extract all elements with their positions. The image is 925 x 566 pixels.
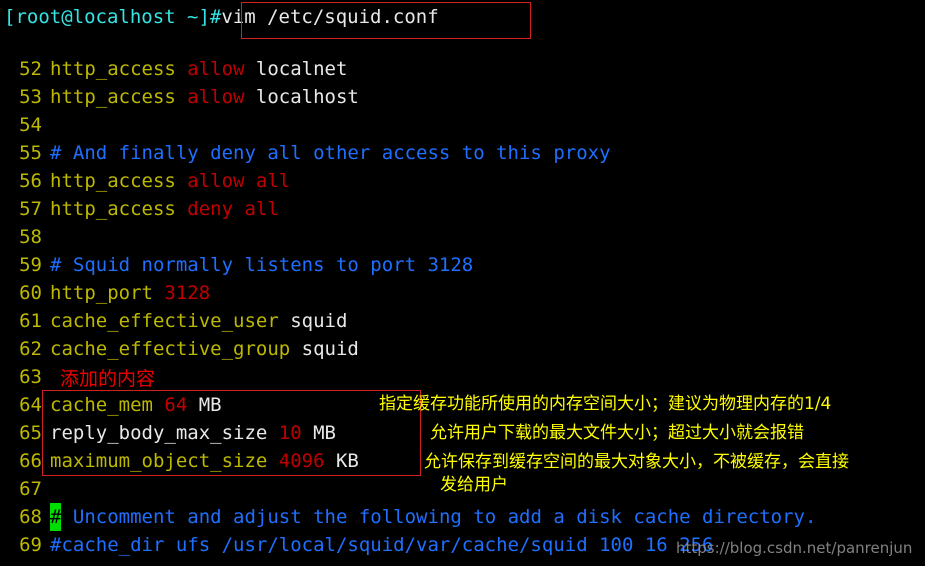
line-content: cache_mem 64 MB: [50, 391, 222, 419]
editor-line[interactable]: 61 cache_effective_user squid: [0, 307, 925, 335]
cursor-block: #: [50, 503, 62, 531]
editor-line[interactable]: 56 http_access allow all: [0, 167, 925, 195]
line-content: cache_effective_group squid: [50, 335, 359, 363]
line-number: 52: [19, 58, 42, 80]
watermark: https://blog.csdn.net/panrenjun: [676, 539, 913, 557]
code-token: 3128: [164, 282, 211, 304]
annotation-cache-mem: 指定缓存功能所使用的内存空间大小；建议为物理内存的1/4: [379, 394, 832, 414]
line-content: http_access allow localhost: [50, 83, 359, 111]
shell-prompt: [root@localhost ~]#: [4, 6, 222, 28]
code-token: KB: [324, 450, 359, 472]
code-token: #cache_dir ufs /usr/local/squid/var/cach…: [50, 534, 714, 556]
editor-line[interactable]: 59 # Squid normally listens to port 3128: [0, 251, 925, 279]
code-token: cache_effective_group: [50, 338, 302, 360]
editor-line[interactable]: 62 cache_effective_group squid: [0, 335, 925, 363]
code-token: # Squid normally listens to port 3128: [50, 254, 474, 276]
annotation-added-content: 添加的内容: [60, 368, 156, 390]
line-content: http_port 3128: [50, 279, 210, 307]
annotation-maximum-object-size-line2: 发给用户: [440, 475, 508, 495]
code-token: allow all: [187, 170, 291, 192]
line-number: 57: [19, 198, 42, 220]
line-number: 58: [19, 226, 42, 248]
editor-line[interactable]: 55 # And finally deny all other access to…: [0, 139, 925, 167]
line-number: 63: [19, 366, 42, 388]
line-number: 56: [19, 170, 42, 192]
code-token: deny all: [187, 198, 279, 220]
code-token: squid: [301, 338, 359, 360]
annotation-reply-body-max-size: 允许用户下载的最大文件大小；超过大小就会报错: [430, 423, 804, 443]
shell-prompt-line: [root@localhost ~]#vim /etc/squid.conf: [4, 4, 439, 30]
line-number: 67: [19, 478, 42, 500]
editor-line[interactable]: 53 http_access allow localhost: [0, 83, 925, 111]
code-token: # And finally deny all other access to t…: [50, 142, 611, 164]
code-token: 10: [278, 422, 302, 444]
code-token: http_access: [50, 198, 188, 220]
line-content: reply_body_max_size 10 MB: [50, 419, 336, 447]
code-token: MB: [187, 394, 222, 416]
code-token: localhost: [255, 86, 359, 108]
line-number: 59: [19, 254, 42, 276]
code-token: 4096: [278, 450, 325, 472]
line-number: 61: [19, 310, 42, 332]
editor-line[interactable]: 57 http_access deny all: [0, 195, 925, 223]
code-token: Uncomment and adjust the following to ad…: [61, 506, 817, 528]
code-token: maximum_object_size: [50, 450, 279, 472]
code-token: squid: [290, 310, 348, 332]
line-number: 54: [19, 114, 42, 136]
line-number: 65: [19, 422, 42, 444]
editor-line[interactable]: 60 http_port 3128: [0, 279, 925, 307]
code-token: reply_body_max_size: [50, 422, 279, 444]
code-token: http_access: [50, 86, 188, 108]
code-token: 64: [164, 394, 188, 416]
code-token: http_port: [50, 282, 165, 304]
line-content: #cache_dir ufs /usr/local/squid/var/cach…: [50, 531, 713, 559]
code-token: MB: [301, 422, 336, 444]
line-number: 53: [19, 86, 42, 108]
terminal-screen: [root@localhost ~]#vim /etc/squid.conf 5…: [0, 0, 925, 566]
line-content: # Uncomment and adjust the following to …: [50, 503, 816, 531]
line-content: # And finally deny all other access to t…: [50, 139, 611, 167]
code-token: http_access: [50, 170, 188, 192]
line-number: 66: [19, 450, 42, 472]
line-content: cache_effective_user squid: [50, 307, 347, 335]
line-content: http_access allow localnet: [50, 55, 347, 83]
editor-line[interactable]: 52 http_access allow localnet: [0, 55, 925, 83]
line-content: maximum_object_size 4096 KB: [50, 447, 359, 475]
line-number: 55: [19, 142, 42, 164]
editor-line[interactable]: 58: [0, 223, 925, 251]
editor-line[interactable]: 68 # Uncomment and adjust the following t…: [0, 503, 925, 531]
code-token: http_access: [50, 58, 188, 80]
line-number: 69: [19, 534, 42, 556]
shell-command: vim /etc/squid.conf: [221, 6, 439, 28]
line-number: 60: [19, 282, 42, 304]
code-token: allow: [187, 86, 256, 108]
code-token: localnet: [255, 58, 348, 80]
line-number: 64: [19, 394, 42, 416]
line-number: 68: [19, 506, 42, 528]
line-number: 62: [19, 338, 42, 360]
line-content: http_access allow all: [50, 167, 290, 195]
editor-line[interactable]: 54: [0, 111, 925, 139]
line-content: # Squid normally listens to port 3128: [50, 251, 473, 279]
line-content: http_access deny all: [50, 195, 279, 223]
annotation-maximum-object-size-line1: 允许保存到缓存空间的最大对象大小，不被缓存，会直接: [424, 452, 849, 472]
code-token: cache_effective_user: [50, 310, 291, 332]
code-token: allow: [187, 58, 256, 80]
code-token: cache_mem: [50, 394, 165, 416]
